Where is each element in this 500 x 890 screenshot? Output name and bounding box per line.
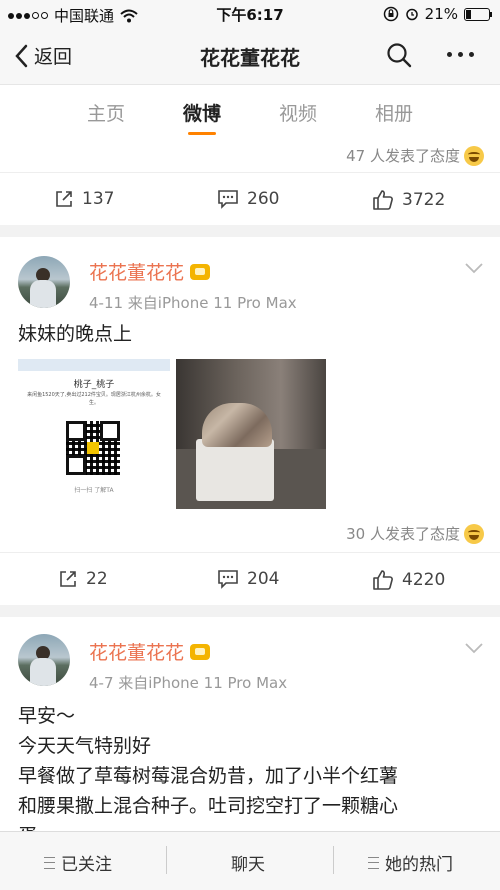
share-button[interactable]: 22 — [58, 569, 108, 589]
reactions-text: 30 人发表了态度 — [346, 525, 460, 543]
username[interactable]: 花花董花花 — [89, 638, 211, 665]
reactions-text: 47 人发表了态度 — [346, 147, 460, 165]
like-count: 3722 — [402, 190, 446, 210]
post-text: 早安～ 今天天气特别好 早餐做了草莓树莓混合奶昔，加了小半个红薯 和腰果撒上混合… — [18, 701, 398, 831]
comment-icon — [218, 570, 238, 589]
qrcard-scan-hint: 扫一扫 了解TA — [74, 487, 114, 494]
qrcard-desc: 来闲鱼1520天了,卖出过212件宝贝。现居浙江杭州余杭。女生。 — [27, 392, 161, 406]
post-text-line: 和腰果撒上混合种子。吐司挖空打了一颗糖心 — [18, 795, 399, 817]
battery-percent: 21% — [424, 5, 458, 23]
username-label: 花花董花花 — [89, 642, 185, 664]
tab-home[interactable]: 主页 — [76, 99, 136, 126]
bottom-bar: 已关注 聊天 她的热门 — [0, 831, 500, 890]
reactions-summary[interactable]: 30 人发表了态度 — [346, 523, 484, 544]
menu-lines-icon — [368, 856, 379, 869]
comment-icon — [218, 190, 238, 209]
search-icon — [387, 43, 412, 68]
tab-album[interactable]: 相册 — [364, 99, 424, 126]
thumbs-up-icon — [373, 570, 393, 590]
followed-label: 已关注 — [61, 855, 112, 875]
post-image-qrcode[interactable]: 桃子_桃子 来闲鱼1520天了,卖出过212件宝贝。现居浙江杭州余杭。女生。 扫… — [18, 359, 170, 509]
post-meta: 4-11 来自iPhone 11 Pro Max — [89, 294, 297, 312]
orientation-lock-icon — [383, 6, 398, 22]
username-label: 花花董花花 — [89, 262, 185, 284]
chat-button[interactable]: 聊天 — [231, 850, 265, 875]
like-count: 4220 — [402, 570, 446, 590]
post-image-laundry[interactable] — [176, 359, 326, 509]
post-card: 花花董花花 4-7 来自iPhone 11 Pro Max 早安～ 今天天气特别… — [0, 617, 500, 831]
her-hot-button[interactable]: 她的热门 — [368, 850, 453, 875]
share-count: 137 — [82, 189, 115, 209]
post-text: 妹妹的晚点上 — [18, 323, 133, 345]
share-count: 22 — [86, 569, 108, 589]
chevron-down-icon — [465, 643, 483, 654]
comment-button[interactable]: 260 — [217, 189, 279, 209]
share-button[interactable]: 137 — [54, 189, 114, 209]
comment-count: 204 — [247, 569, 280, 589]
post-header: 花花董花花 4-7 来自iPhone 11 Pro Max — [0, 617, 500, 692]
profile-tabs: 主页 微博 视频 相册 — [0, 84, 500, 140]
like-button[interactable]: 4220 — [372, 569, 445, 591]
alarm-icon — [405, 8, 418, 21]
post-text-line: 早餐做了草莓树莓混合奶昔，加了小半个红薯 — [18, 765, 399, 787]
page-title: 花花董花花 — [200, 46, 300, 70]
reactions-summary[interactable]: 47 人发表了态度 — [346, 145, 484, 166]
post-actions: 137 260 3722 — [0, 172, 500, 233]
chevron-left-icon — [15, 44, 28, 67]
comment-button[interactable]: 204 — [217, 569, 279, 589]
post-meta: 4-7 来自iPhone 11 Pro Max — [89, 674, 288, 692]
battery-icon — [464, 7, 492, 21]
chevron-down-icon — [465, 263, 483, 274]
username[interactable]: 花花董花花 — [89, 258, 211, 285]
menu-lines-icon — [44, 856, 55, 869]
vip-crown-icon — [190, 263, 211, 280]
avatar[interactable] — [18, 634, 70, 686]
status-bar: 中国联通 下午6:17 21% — [0, 0, 500, 28]
post-text-line: 蛋 — [18, 821, 398, 831]
post-text-line: 今天天气特别好 — [18, 735, 152, 757]
post-text-line: 早安～ — [18, 705, 76, 727]
like-button[interactable]: 3722 — [372, 189, 445, 211]
qrcard-name: 桃子_桃子 — [73, 380, 115, 390]
qr-code-icon — [66, 421, 120, 475]
her-hot-label: 她的热门 — [385, 855, 453, 875]
search-button[interactable] — [386, 42, 412, 72]
post-menu-button[interactable] — [464, 639, 484, 658]
laugh-emoji-icon — [464, 145, 484, 166]
post-menu-button[interactable] — [464, 259, 484, 278]
chat-label: 聊天 — [231, 855, 265, 875]
more-dots-icon — [447, 52, 452, 57]
post-actions: 22 204 4220 — [0, 552, 500, 613]
back-label: 返回 — [34, 46, 73, 68]
share-icon — [56, 191, 72, 207]
followed-button[interactable]: 已关注 — [44, 850, 112, 875]
tab-video[interactable]: 视频 — [268, 99, 328, 126]
laugh-emoji-icon — [464, 523, 484, 544]
share-icon — [60, 571, 76, 587]
more-button[interactable] — [447, 52, 474, 57]
avatar[interactable] — [18, 256, 70, 308]
vip-crown-icon — [190, 643, 211, 660]
comment-count: 260 — [247, 189, 280, 209]
post-header: 花花董花花 4-11 来自iPhone 11 Pro Max — [0, 237, 500, 312]
post-card: 47 人发表了态度 137 260 3722 — [0, 139, 500, 225]
thumbs-up-icon — [373, 190, 393, 210]
post-card: 花花董花花 4-11 来自iPhone 11 Pro Max 妹妹的晚点上 桃子… — [0, 237, 500, 605]
nav-bar: 返回 花花董花花 — [0, 28, 500, 84]
tab-weibo[interactable]: 微博 — [172, 99, 232, 135]
back-button[interactable]: 返回 — [14, 42, 72, 69]
